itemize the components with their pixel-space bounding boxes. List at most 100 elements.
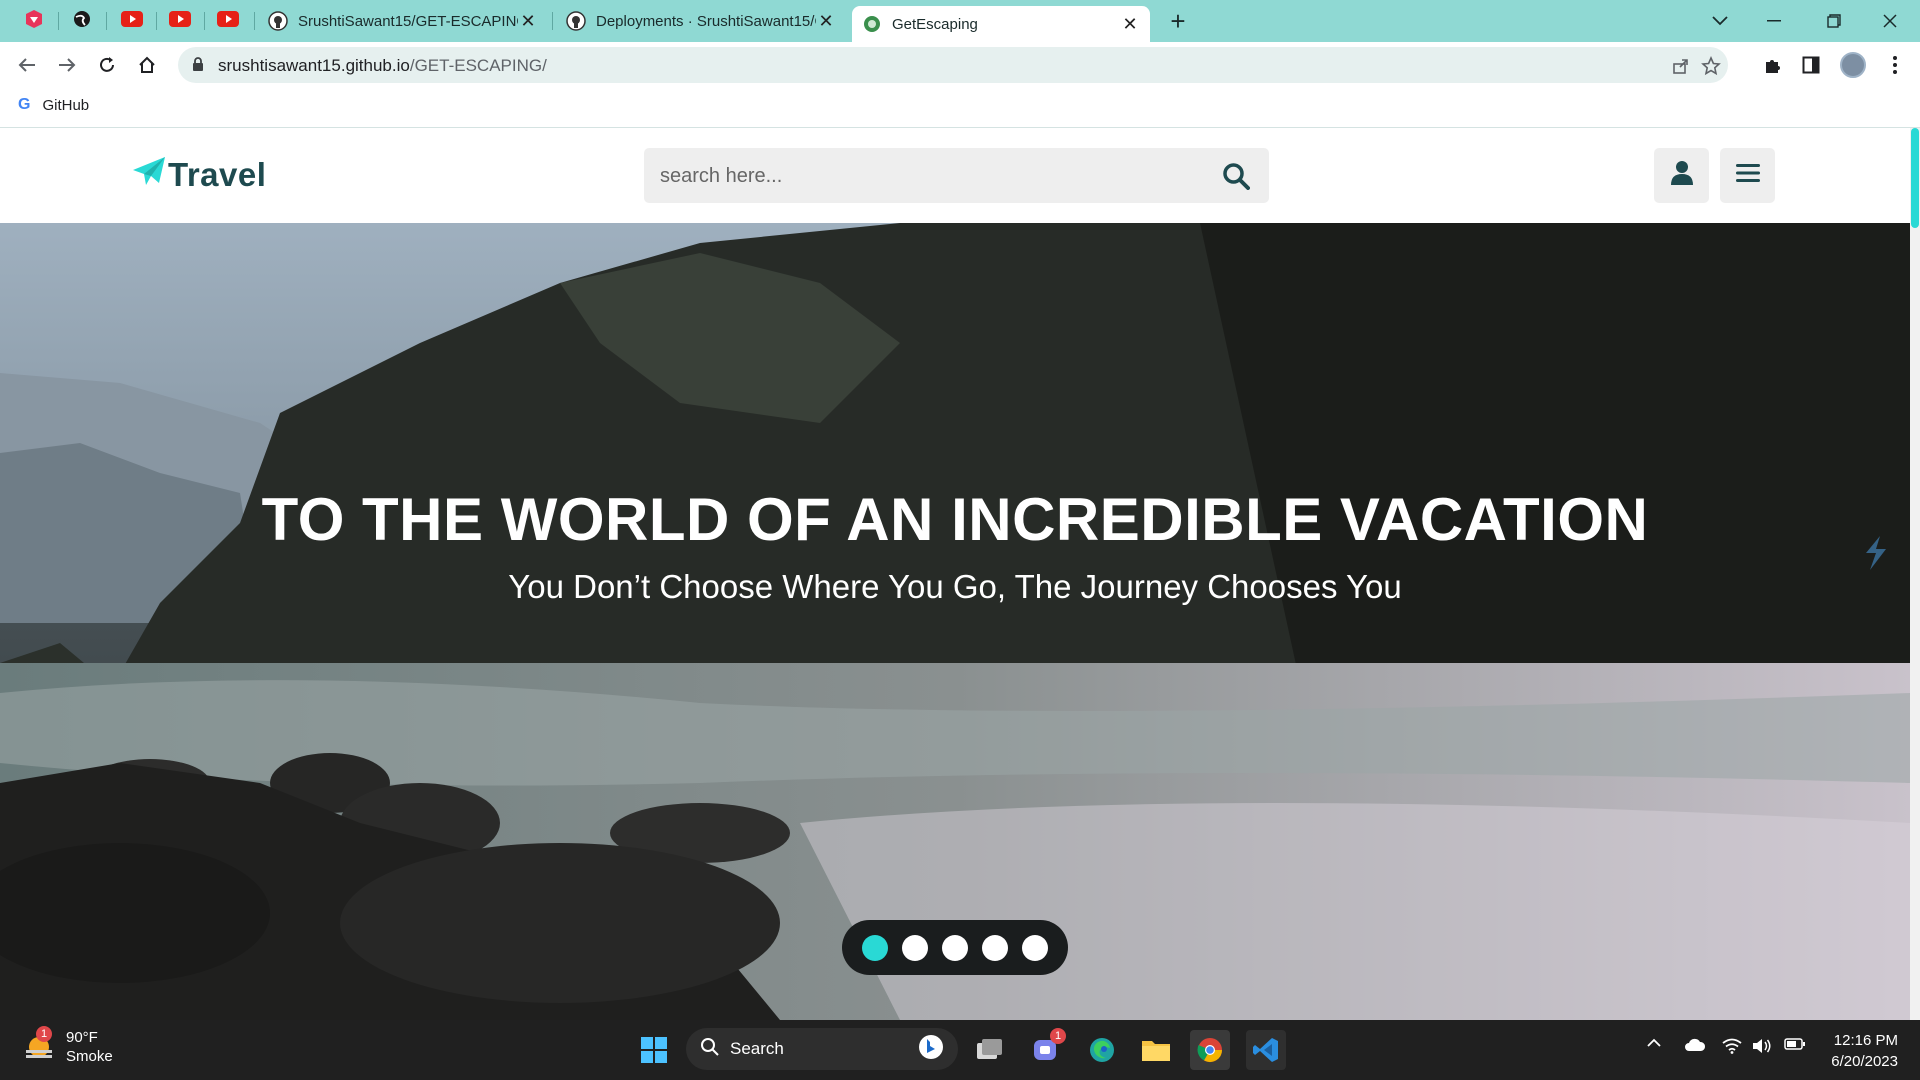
- bookmark-label: GitHub: [42, 96, 90, 114]
- side-panel-icon[interactable]: [1798, 52, 1824, 78]
- page-scrollbar-thumb[interactable]: [1911, 128, 1919, 228]
- bookmark-github[interactable]: G GitHub: [18, 96, 89, 114]
- close-tab-icon[interactable]: ✕: [1120, 14, 1140, 35]
- page-scrollbar[interactable]: [1910, 128, 1920, 1020]
- edge-browser-icon[interactable]: [1082, 1030, 1122, 1070]
- youtube-icon: [121, 10, 143, 32]
- hamburger-menu-icon: [1735, 163, 1760, 188]
- site-favicon-icon: [862, 14, 882, 34]
- tab-separator: [58, 12, 59, 30]
- slide-dot-3[interactable]: [942, 934, 968, 961]
- tab-github-repo[interactable]: SrushtiSawant15/GET-ESCAPING ✕: [258, 6, 548, 36]
- site-search-input[interactable]: [658, 160, 1202, 192]
- windows-taskbar: 1 90°F Smoke Search 1 12:16 PM 6/20/2023: [0, 1020, 1920, 1080]
- logo-text: Travel: [168, 156, 267, 193]
- browser-menu-kebab-icon[interactable]: [1882, 52, 1908, 78]
- tab-search-dropdown-icon[interactable]: [1692, 0, 1748, 42]
- reload-button[interactable]: [92, 50, 122, 80]
- pinned-tab-youtube-2[interactable]: [158, 6, 202, 36]
- hero-title: TO THE WORLD OF AN INCREDIBLE VACATION: [261, 486, 1649, 553]
- site-logo[interactable]: Travel: [132, 156, 266, 194]
- share-icon[interactable]: [1670, 55, 1692, 77]
- teams-chat-icon[interactable]: 1: [1026, 1028, 1066, 1070]
- app-favicon-icon: [24, 9, 44, 34]
- tab-separator: [204, 12, 205, 30]
- onedrive-cloud-icon[interactable]: [1684, 1038, 1706, 1052]
- pinned-tab-2[interactable]: [60, 6, 104, 36]
- close-window-button[interactable]: [1862, 0, 1918, 42]
- hero-subtitle: You Don’t Choose Where You Go, The Journ…: [508, 568, 1402, 605]
- slide-dot-1[interactable]: [862, 934, 888, 961]
- wifi-icon[interactable]: [1722, 1038, 1742, 1054]
- url-text[interactable]: srushtisawant15.github.io/GET-ESCAPING/: [218, 56, 547, 76]
- taskbar-search-label: Search: [730, 1039, 784, 1058]
- menu-button[interactable]: [1720, 148, 1775, 203]
- globe-icon: [72, 9, 92, 34]
- vscode-icon[interactable]: [1246, 1030, 1286, 1070]
- user-icon: [1670, 160, 1694, 191]
- tab-title: Deployments · SrushtiSawant15/GET-ESCAPI…: [596, 12, 816, 30]
- youtube-icon: [169, 10, 191, 32]
- address-bar[interactable]: srushtisawant15.github.io/GET-ESCAPING/: [178, 47, 1728, 83]
- search-icon[interactable]: [1222, 162, 1250, 195]
- weather-description: Smoke: [66, 1048, 113, 1065]
- task-view-icon[interactable]: [970, 1030, 1010, 1070]
- github-icon: [566, 11, 586, 31]
- slide-dot-4[interactable]: [982, 934, 1008, 961]
- windows-start-button[interactable]: [634, 1030, 674, 1070]
- home-button[interactable]: [132, 50, 162, 80]
- chrome-browser-icon[interactable]: [1190, 1030, 1230, 1070]
- lock-icon: [192, 57, 204, 77]
- new-tab-button[interactable]: +: [1160, 6, 1196, 36]
- show-hidden-icons-chevron[interactable]: [1646, 1038, 1662, 1048]
- pinned-tab-1[interactable]: [12, 6, 56, 36]
- tab-separator: [106, 12, 107, 30]
- slider-pagination: [842, 920, 1068, 975]
- weather-widget[interactable]: 1 90°F Smoke: [22, 1026, 113, 1066]
- floating-widget-icon[interactable]: [1862, 535, 1890, 576]
- pinned-tab-youtube-1[interactable]: [110, 6, 154, 36]
- bing-icon: [918, 1034, 944, 1065]
- restore-window-button[interactable]: [1806, 0, 1862, 42]
- slide-dot-5[interactable]: [1022, 934, 1048, 961]
- browser-tab-strip: SrushtiSawant15/GET-ESCAPING ✕ Deploymen…: [0, 0, 1920, 42]
- tab-separator: [552, 12, 553, 30]
- bookmark-star-icon[interactable]: [1700, 55, 1722, 77]
- weather-sun-icon: 1: [22, 1026, 56, 1064]
- minimize-window-button[interactable]: [1746, 0, 1802, 42]
- close-tab-icon[interactable]: ✕: [518, 11, 538, 32]
- bookmarks-bar: G GitHub: [0, 88, 1920, 128]
- extensions-puzzle-icon[interactable]: [1760, 52, 1786, 78]
- google-g-icon: G: [18, 96, 31, 113]
- url-path: /GET-ESCAPING/: [409, 56, 547, 75]
- clock-time: 12:16 PM: [1833, 1032, 1898, 1049]
- profile-avatar[interactable]: [1840, 52, 1866, 78]
- paper-plane-icon: [132, 156, 166, 194]
- search-icon: [700, 1037, 720, 1062]
- browser-toolbar: srushtisawant15.github.io/GET-ESCAPING/: [0, 42, 1920, 88]
- weather-temperature: 90°F: [66, 1029, 98, 1046]
- tab-title: SrushtiSawant15/GET-ESCAPING: [298, 12, 518, 30]
- site-search-box: [644, 148, 1269, 203]
- clock-date: 6/20/2023: [1831, 1053, 1898, 1070]
- tab-deployments[interactable]: Deployments · SrushtiSawant15/GET-ESCAPI…: [556, 6, 846, 36]
- teams-badge: 1: [1050, 1028, 1066, 1044]
- github-icon: [268, 11, 288, 31]
- tab-getescaping-active[interactable]: GetEscaping ✕: [852, 6, 1150, 42]
- battery-icon[interactable]: [1784, 1038, 1806, 1050]
- taskbar-search-box[interactable]: Search: [686, 1028, 958, 1070]
- volume-icon[interactable]: [1752, 1038, 1772, 1054]
- pinned-tab-youtube-3[interactable]: [206, 6, 250, 36]
- youtube-icon: [217, 10, 239, 32]
- weather-badge: 1: [36, 1026, 52, 1042]
- url-host: srushtisawant15.github.io: [218, 56, 410, 75]
- back-button[interactable]: [12, 50, 42, 80]
- site-header: Travel: [0, 128, 1910, 223]
- file-explorer-icon[interactable]: [1136, 1030, 1176, 1070]
- user-account-button[interactable]: [1654, 148, 1709, 203]
- slide-dot-2[interactable]: [902, 934, 928, 961]
- tab-title: GetEscaping: [892, 15, 978, 33]
- forward-button[interactable]: [52, 50, 82, 80]
- close-tab-icon[interactable]: ✕: [816, 11, 836, 32]
- system-clock[interactable]: 12:16 PM 6/20/2023: [1828, 1030, 1898, 1072]
